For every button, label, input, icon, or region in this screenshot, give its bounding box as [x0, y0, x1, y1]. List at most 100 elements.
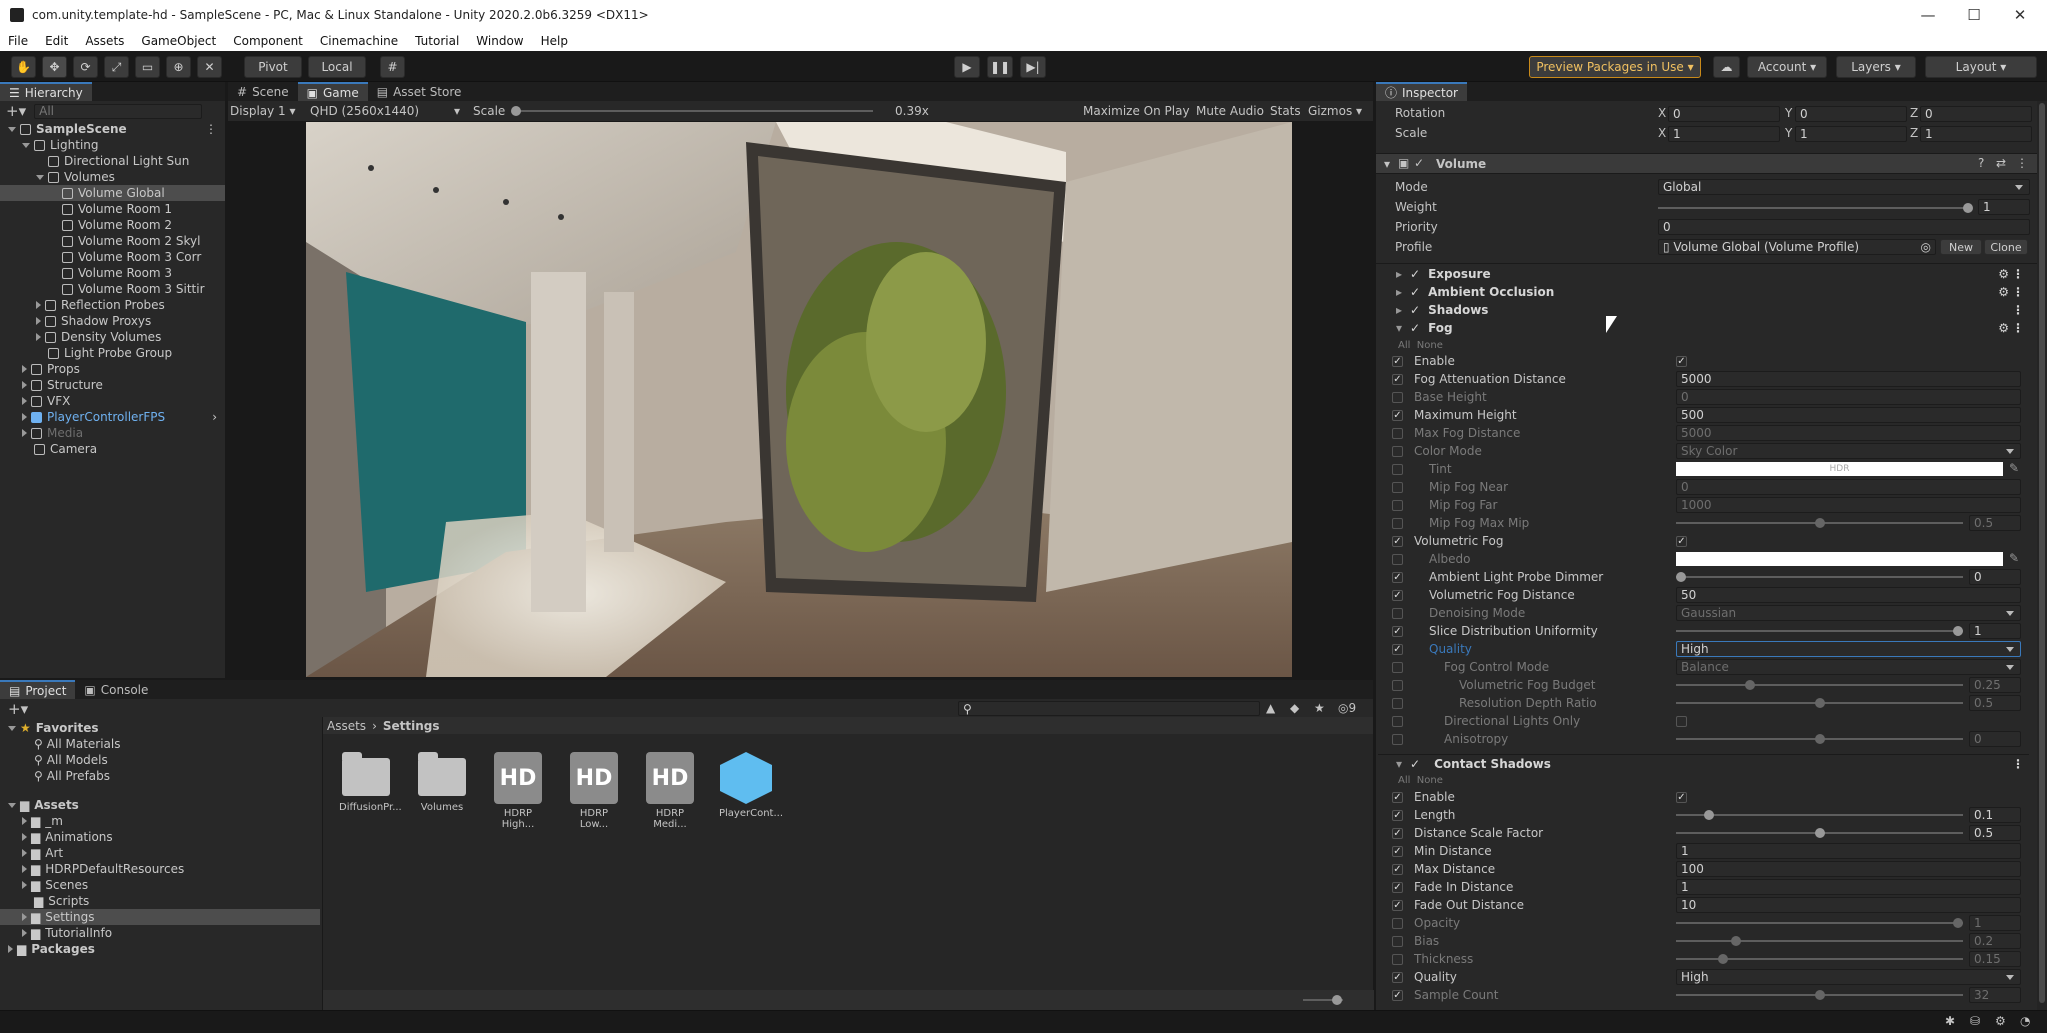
- expand-arrow-icon[interactable]: [36, 174, 44, 180]
- override-checkbox[interactable]: ✓: [1410, 285, 1420, 299]
- folder-row[interactable]: ▆ _m: [0, 813, 320, 829]
- property-value-field[interactable]: 10: [1676, 897, 2021, 913]
- slider-value-field[interactable]: 0.2: [1969, 933, 2021, 949]
- slider-knob[interactable]: [1731, 936, 1742, 946]
- folder-row[interactable]: ▆ Art: [0, 845, 320, 861]
- priority-field[interactable]: 0: [1658, 219, 2030, 235]
- asset-item[interactable]: HD HDRP Medi...: [643, 752, 697, 830]
- hierarchy-item[interactable]: Structure: [0, 377, 225, 393]
- collapse-arrow-icon[interactable]: [36, 333, 41, 341]
- move-tool-icon[interactable]: ✥: [42, 56, 67, 78]
- collapse-arrow-icon[interactable]: [36, 301, 41, 309]
- tab-asset-store[interactable]: ▤ Asset Store: [368, 82, 471, 101]
- menu-assets[interactable]: Assets: [77, 34, 133, 48]
- menu-cinemachine[interactable]: Cinemachine: [312, 34, 407, 48]
- tab-game[interactable]: ▣ Game: [297, 82, 368, 101]
- settings-icon[interactable]: ⚙: [1998, 321, 2009, 335]
- scale-y-field[interactable]: 1: [1795, 126, 1907, 142]
- icon-size-knob[interactable]: [1332, 995, 1342, 1005]
- account-dropdown[interactable]: Account ▾: [1747, 56, 1827, 78]
- color-swatch[interactable]: [1676, 552, 2003, 566]
- scale-slider[interactable]: [513, 110, 873, 112]
- fav-all-materials[interactable]: ⚲ All Materials: [0, 736, 320, 752]
- settings-icon[interactable]: ⚙: [1998, 285, 2009, 299]
- override-checkbox[interactable]: [1392, 715, 1403, 727]
- all-toggle[interactable]: All: [1398, 775, 1410, 786]
- collapse-arrow-icon[interactable]: [22, 381, 27, 389]
- tab-scene[interactable]: # Scene: [228, 82, 298, 101]
- hand-tool-icon[interactable]: ✋: [11, 56, 36, 78]
- hidden-packages-icon[interactable]: ◎9: [1338, 701, 1356, 715]
- none-toggle[interactable]: None: [1417, 340, 1443, 351]
- scale-x-field[interactable]: 1: [1668, 126, 1780, 142]
- resolution-dropdown[interactable]: QHD (2560x1440) ▾: [310, 104, 460, 118]
- folder-row[interactable]: ▆ Scripts: [0, 893, 320, 909]
- menu-help[interactable]: Help: [533, 34, 577, 48]
- hierarchy-item[interactable]: Camera: [0, 441, 225, 457]
- hierarchy-item[interactable]: Volume Room 1: [0, 201, 225, 217]
- weight-field[interactable]: 1: [1978, 199, 2030, 215]
- override-checkbox[interactable]: [1392, 445, 1403, 457]
- folder-row-settings[interactable]: ▆ Settings: [0, 909, 320, 925]
- property-dropdown[interactable]: Gaussian: [1676, 605, 2021, 621]
- override-checkbox[interactable]: ✓: [1392, 845, 1403, 857]
- all-toggle[interactable]: All: [1398, 340, 1410, 351]
- breadcrumb-settings[interactable]: Settings: [383, 719, 440, 733]
- override-checkbox[interactable]: ✓: [1392, 589, 1403, 601]
- fog-all-none[interactable]: All None: [1398, 340, 1443, 351]
- volume-enabled-checkbox[interactable]: ✓: [1414, 156, 1424, 170]
- filter-label-icon[interactable]: ◆: [1290, 701, 1299, 715]
- override-checkbox[interactable]: ✓: [1392, 535, 1403, 547]
- slider-value-field[interactable]: 0.5: [1969, 515, 2021, 531]
- tab-console[interactable]: ▣ Console: [75, 680, 157, 699]
- override-checkbox[interactable]: [1392, 481, 1403, 493]
- override-checkbox[interactable]: ✓: [1392, 625, 1403, 637]
- color-swatch[interactable]: HDR: [1676, 462, 2003, 476]
- custom-tool-icon[interactable]: ✕: [197, 56, 222, 78]
- override-checkbox[interactable]: [1392, 463, 1403, 475]
- progress-icon[interactable]: ◔: [2020, 1014, 2030, 1028]
- override-checkbox[interactable]: [1392, 607, 1403, 619]
- help-icon[interactable]: ?: [1978, 156, 1984, 170]
- override-checkbox[interactable]: ✓: [1410, 267, 1420, 281]
- grid-snap-icon[interactable]: #: [380, 56, 405, 78]
- profile-new-button[interactable]: New: [1940, 239, 1982, 255]
- collapse-arrow-icon[interactable]: [22, 413, 27, 421]
- scale-z-field[interactable]: 1: [1920, 126, 2032, 142]
- kebab-menu-icon[interactable]: ⋮: [205, 122, 225, 136]
- hierarchy-item[interactable]: Directional Light Sun: [0, 153, 225, 169]
- folder-row[interactable]: ▆ Animations: [0, 829, 320, 845]
- override-checkbox[interactable]: ✓: [1410, 757, 1420, 771]
- override-checkbox[interactable]: [1392, 661, 1403, 673]
- property-slider[interactable]: [1676, 814, 1963, 816]
- override-checkbox[interactable]: [1392, 935, 1403, 947]
- override-checkbox[interactable]: [1392, 953, 1403, 965]
- display-dropdown[interactable]: Display 1 ▾: [230, 104, 296, 118]
- asset-item[interactable]: DiffusionPr...: [339, 752, 402, 830]
- override-checkbox[interactable]: [1392, 733, 1403, 745]
- rotate-tool-icon[interactable]: ⟳: [73, 56, 98, 78]
- hierarchy-item[interactable]: Light Probe Group: [0, 345, 225, 361]
- property-value-field[interactable]: 500: [1676, 407, 2021, 423]
- tab-project[interactable]: ▤ Project: [0, 680, 76, 699]
- expand-arrow-icon[interactable]: [22, 142, 30, 148]
- preview-packages-button[interactable]: Preview Packages in Use ▾: [1529, 56, 1701, 78]
- slider-value-field[interactable]: 0.25: [1969, 677, 2021, 693]
- assets-row[interactable]: ▆ Assets: [0, 797, 320, 813]
- hierarchy-item[interactable]: Lighting: [0, 137, 225, 153]
- kebab-menu-icon[interactable]: ⋮: [2012, 285, 2024, 299]
- slider-knob[interactable]: [1814, 990, 1825, 1000]
- slider-knob[interactable]: [1953, 626, 1963, 636]
- stats-toggle[interactable]: Stats: [1270, 104, 1301, 118]
- rotation-x-field[interactable]: 0: [1668, 106, 1780, 122]
- hierarchy-item[interactable]: Media: [0, 425, 225, 441]
- collapse-arrow-icon[interactable]: [22, 365, 27, 373]
- override-checkbox[interactable]: [1392, 697, 1403, 709]
- override-checkbox[interactable]: [1392, 391, 1403, 403]
- slider-value-field[interactable]: 0.5: [1969, 695, 2021, 711]
- property-toggle[interactable]: ✓: [1676, 355, 1687, 367]
- cache-icon[interactable]: ⛁: [1970, 1014, 1980, 1028]
- profile-field[interactable]: ▯ Volume Global (Volume Profile) ◎: [1658, 239, 1936, 255]
- asset-item[interactable]: Volumes: [415, 752, 469, 830]
- property-value-field[interactable]: 100: [1676, 861, 2021, 877]
